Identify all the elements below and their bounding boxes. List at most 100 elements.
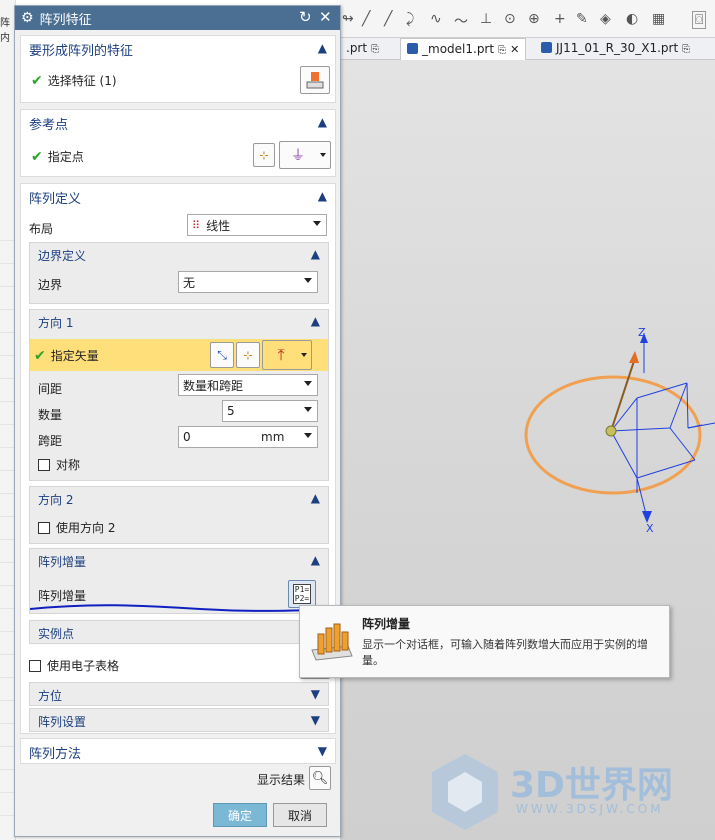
vector-dialog-icon: ⊹ (243, 348, 253, 362)
annotation-underline (30, 604, 340, 612)
tab-pin-icon: ⎘ (371, 44, 380, 55)
collapse-icon: ▲ (317, 41, 327, 55)
watermark-text: 3D世界网 (510, 765, 673, 806)
reverse-direction-button[interactable]: ⤡ (210, 342, 234, 368)
watermark-logo (432, 754, 498, 830)
show-result-button[interactable]: 🔍︎ (309, 766, 331, 790)
orientation-subsection: 方位 ▼ (29, 682, 329, 706)
direction1-header[interactable]: 方向 1 ▲ (30, 310, 328, 334)
increment-tooltip: 阵列增量 显示一个对话框，可输入随着阵列数增大而应用于实例的增量。 (299, 605, 670, 678)
vector-type-dropdown[interactable]: ⤒ (262, 340, 312, 370)
layout-label: 布局 (29, 222, 54, 236)
expand-icon: ▼ (317, 744, 327, 758)
specify-point-row[interactable]: ✔ 指定点 (31, 148, 84, 165)
magnifier-icon: 🔍︎ (311, 770, 329, 786)
point-tool-icon[interactable]: ⊙ (504, 11, 516, 27)
gear-icon[interactable]: ⚙ (21, 10, 34, 26)
array-settings-subsection: 阵列设置 ▼ (29, 708, 329, 732)
spline-tool-icon[interactable]: ∿ (430, 11, 442, 27)
reference-section-header[interactable]: 参考点 ▲ (21, 110, 335, 136)
view-tool-icon[interactable]: ⌼ (692, 11, 707, 29)
dialog-title-bar: ⚙ 阵列特征 ↻ ✕ (15, 6, 340, 30)
axis-tool-icon[interactable]: ⊥ (480, 11, 492, 27)
layout-select[interactable]: ⠿ 线性 (187, 214, 327, 236)
line-tool-icon[interactable]: ╱ (362, 11, 370, 27)
boundary-subsection: 边界定义 ▲ 边界 无 (29, 242, 329, 304)
span-input[interactable]: 0 mm (178, 426, 318, 448)
direction1-subsection: 方向 1 ▲ ✔ 指定矢量 ⤡ ⊹ ⤒ 间距 数量和跨距 数量 5 跨距 0 mm … (29, 309, 329, 481)
part-icon (541, 42, 552, 53)
check-icon: ✔ (34, 347, 46, 364)
select-feature-button[interactable] (300, 66, 330, 94)
instance-points-header[interactable]: 实例点 (30, 621, 328, 645)
boundary-header[interactable]: 边界定义 ▲ (30, 243, 328, 267)
array-method-section: 阵列方法 ▼ (20, 738, 336, 764)
wave-tool-icon[interactable]: 〜 (454, 11, 468, 31)
cancel-button[interactable]: 取消 (273, 803, 327, 827)
tooltip-title: 阵列增量 (362, 617, 411, 631)
increment-header[interactable]: 阵列增量 ▲ (30, 549, 328, 573)
boundary-label: 边界 (38, 278, 63, 292)
point-type-dropdown[interactable]: ⏚ (279, 141, 331, 169)
model-graphics (524, 333, 715, 523)
direction2-subsection: 方向 2 ▲ 使用方向 2 (29, 486, 329, 544)
collapse-icon: ▲ (310, 247, 320, 261)
array-settings-header[interactable]: 阵列设置 ▼ (30, 709, 328, 733)
boundary-select[interactable]: 无 (178, 271, 318, 293)
shape-tool-icon[interactable]: ◐ (626, 11, 638, 27)
edit-tool-icon[interactable]: ✎ (576, 11, 588, 27)
tab-jj11[interactable]: JJ11_01_R_30_X1.prt ⎘ (535, 38, 696, 60)
tab-pin-icon: ⎘ (682, 44, 691, 55)
reference-point-section: 参考点 ▲ ✔ 指定点 ⊹ ⏚ (20, 109, 336, 177)
tab-prt[interactable]: .prt ⎘ (340, 38, 385, 60)
inferred-vector-icon: ⤒ (277, 345, 285, 364)
collapse-icon: ▲ (317, 189, 327, 203)
line2-tool-icon[interactable]: ╱ (384, 11, 392, 27)
orientation-header[interactable]: 方位 ▼ (30, 683, 328, 707)
expand-icon: ▼ (310, 687, 320, 701)
increment-bars-icon (311, 623, 353, 661)
curve-tool-icon[interactable]: ↬ (342, 11, 354, 27)
point-dialog-button[interactable]: ⊹ (253, 143, 275, 167)
symmetric-checkbox[interactable]: 对称 (38, 456, 80, 473)
point-type-icon: ⏚ (291, 148, 305, 164)
surface-tool-icon[interactable]: ◈ (600, 11, 611, 27)
check-icon: ✔ (31, 148, 43, 165)
collapse-icon: ▲ (310, 553, 320, 567)
linear-layout-icon: ⠿ (192, 218, 201, 232)
target-tool-icon[interactable]: ⊕ (528, 11, 540, 27)
collapse-icon: ▲ (310, 314, 320, 328)
show-result-label: 显示结果 (257, 773, 306, 787)
array-method-header[interactable]: 阵列方法 ▼ (21, 739, 335, 765)
specify-vector-row[interactable]: ✔ 指定矢量 ⤡ ⊹ ⤒ (30, 339, 328, 371)
use-direction2-checkbox[interactable]: 使用方向 2 (38, 519, 115, 536)
close-icon[interactable]: ✕ (319, 8, 332, 26)
grid-tool-icon[interactable]: ▦ (652, 11, 665, 27)
x-axis-label: X (646, 522, 654, 535)
plus-tool-icon[interactable]: + (554, 11, 566, 27)
expand-icon: ▼ (310, 713, 320, 727)
vector-dialog-button[interactable]: ⊹ (236, 342, 260, 368)
reset-icon[interactable]: ↻ (299, 8, 312, 26)
increment-subsection: 阵列增量 ▲ 阵列增量 P1= P2= (29, 548, 340, 614)
tooltip-body: 显示一个对话框，可输入随着阵列数增大而应用于实例的增量。 (362, 638, 648, 667)
ok-button[interactable]: 确定 (213, 803, 267, 827)
arc-tool-icon[interactable]: ⤸ (406, 11, 414, 27)
z-axis-label: Z (638, 326, 646, 339)
use-spreadsheet-checkbox[interactable]: 使用电子表格 (29, 657, 119, 674)
left-stub-text: 阵内 (0, 18, 10, 44)
collapse-icon: ▲ (317, 115, 327, 129)
tab-pin-icon: ⎘ (498, 45, 507, 56)
collapse-icon: ▲ (310, 491, 320, 505)
spacing-label: 间距 (38, 382, 63, 396)
count-input[interactable]: 5 (222, 400, 318, 422)
instance-points-subsection: 实例点 (29, 620, 329, 644)
array-def-header[interactable]: 阵列定义 ▲ (21, 184, 335, 210)
select-feature-row[interactable]: ✔ 选择特征 (1) (31, 72, 117, 89)
toolbar: ↬ ╱ ╱ ⤸ ∿ 〜 ⊥ ⊙ ⊕ + ✎ ◈ ◐ ▦ ⌼ (340, 0, 715, 38)
tab-model1[interactable]: _model1.prt ⎘ ✕ (400, 38, 527, 60)
feature-section-header[interactable]: 要形成阵列的特征 ▲ (21, 36, 335, 62)
direction2-header[interactable]: 方向 2 ▲ (30, 487, 328, 511)
spacing-select[interactable]: 数量和跨距 (178, 374, 318, 396)
graphics-viewport[interactable]: Z X (340, 33, 715, 840)
